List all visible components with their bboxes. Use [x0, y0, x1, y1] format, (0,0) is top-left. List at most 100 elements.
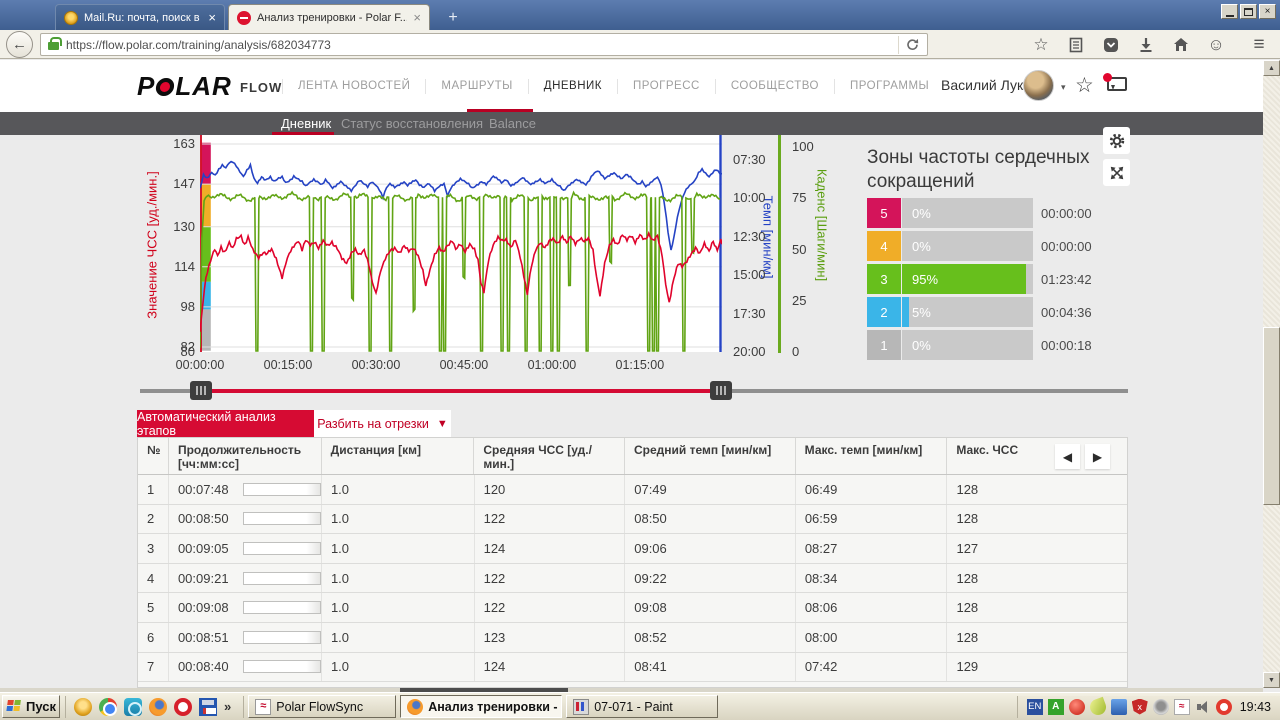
task-button[interactable]: 07-071 - Paint	[566, 695, 718, 718]
lap-cell: 129	[946, 653, 1127, 682]
avatar[interactable]	[1023, 70, 1054, 101]
browser-titlebar: Mail.Ru: почта, поиск в инт... × Анализ …	[0, 0, 1280, 30]
hr-zone-row: 10%00:00:18	[867, 330, 1133, 360]
close-button[interactable]: ×	[1259, 4, 1276, 19]
save-icon[interactable]	[199, 698, 217, 716]
laps-next-page-button[interactable]: ▶	[1085, 444, 1110, 469]
tab-split-segments[interactable]: Разбить на отрезки ▼	[314, 410, 451, 437]
start-button[interactable]: Пуск	[2, 695, 60, 718]
task-button[interactable]: ≈Polar FlowSync	[248, 695, 396, 718]
settings-button[interactable]	[1103, 127, 1130, 154]
lap-cell: 128	[946, 564, 1127, 593]
antivirus-a-icon[interactable]: A	[1048, 699, 1064, 715]
lap-cell: 09:06	[624, 534, 795, 563]
bookmark-star-icon[interactable]: ☆	[1032, 36, 1050, 54]
feedback-smiley-icon[interactable]: ☺	[1207, 36, 1225, 54]
lap-cell: 08:52	[624, 623, 795, 652]
lap-cell: 128	[946, 505, 1127, 534]
cadence-axis-tick: 75	[792, 190, 806, 205]
lap-column-header: Средняя ЧСС [уд./мин.]	[473, 438, 624, 474]
nav-item-link[interactable]: ЛЕНТА НОВОСТЕЙ	[282, 79, 425, 94]
red-shield-icon[interactable]: x	[1132, 699, 1148, 715]
cadence-axis-tick: 50	[792, 242, 806, 257]
reload-button[interactable]	[898, 36, 920, 54]
lap-cell: 124	[474, 534, 625, 563]
nav-item-link[interactable]: МАРШРУТЫ	[425, 79, 527, 94]
vertical-scrollbar-thumb[interactable]	[1263, 327, 1280, 505]
https-lock-icon	[48, 42, 59, 50]
leaf-icon[interactable]	[1087, 696, 1108, 717]
lap-cell: 00:09:08	[168, 593, 321, 622]
nav-item-link[interactable]: СООБЩЕСТВО	[715, 79, 834, 94]
duration-bar	[243, 512, 321, 525]
time-axis-tick: 00:00:00	[165, 358, 235, 372]
tab-auto-lap-analysis[interactable]: Автоматический анализ этапов	[137, 410, 314, 437]
tab-close-icon[interactable]: ×	[208, 11, 216, 24]
browser-tab-polar[interactable]: Анализ тренировки - Polar F... ×	[228, 4, 430, 30]
menu-icon[interactable]: ≡	[1250, 36, 1268, 54]
opera-icon[interactable]	[174, 698, 192, 716]
laps-prev-page-button[interactable]: ◀	[1055, 444, 1080, 469]
lap-row: 400:09:211.012209:2208:34128	[138, 564, 1127, 594]
pace-axis-tick: 17:30	[733, 306, 766, 321]
nav-item-link[interactable]: ПРОГРЕСС	[617, 79, 715, 94]
firefox-icon[interactable]	[149, 698, 167, 716]
chrome-icon[interactable]	[99, 698, 117, 716]
hr-zone-row: 395%01:23:42	[867, 264, 1133, 294]
lap-duration: 00:08:40	[178, 659, 229, 674]
flowsync-tray-icon[interactable]: ≈	[1174, 699, 1190, 715]
language-indicator[interactable]: EN	[1027, 699, 1043, 715]
opera-tray-icon[interactable]	[1216, 699, 1232, 715]
lap-row: 600:08:511.012308:5208:00128	[138, 623, 1127, 653]
polar-logo[interactable]: PLAR	[137, 71, 232, 102]
lap-cell: 1	[138, 475, 168, 504]
hr-axis-tick: 114	[155, 259, 195, 274]
library-icon[interactable]	[1067, 36, 1085, 54]
subnav-recovery-status[interactable]: Статус восстановления	[341, 116, 483, 131]
gold-app-icon[interactable]	[74, 698, 92, 716]
nav-item-active[interactable]: ДНЕВНИК	[528, 79, 617, 94]
windows-blue-icon[interactable]	[1111, 699, 1127, 715]
quick-launch-overflow[interactable]: »	[224, 699, 235, 714]
amigo-icon[interactable]	[124, 698, 142, 716]
new-tab-button[interactable]: +	[438, 6, 468, 30]
scroll-down-arrow[interactable]: ▼	[1263, 672, 1280, 688]
lap-cell: 7	[138, 653, 168, 682]
time-axis-tick: 00:30:00	[341, 358, 411, 372]
downloads-icon[interactable]	[1137, 36, 1155, 54]
pace-axis-tick: 20:00	[733, 344, 766, 359]
url-bar[interactable]: https://flow.polar.com/training/analysis…	[40, 33, 928, 56]
tab-close-icon[interactable]: ×	[413, 11, 421, 24]
slider-handle-right[interactable]	[710, 381, 732, 400]
scroll-up-arrow[interactable]: ▲	[1263, 60, 1280, 76]
hr-axis-title: Значение ЧСС [уд./мин.]	[145, 171, 160, 318]
task-button[interactable]: Анализ тренировки - ...	[400, 695, 562, 718]
training-curves-chart[interactable]	[200, 135, 722, 355]
chevron-down-icon[interactable]: ▾	[1061, 82, 1066, 93]
lap-cell: 128	[946, 475, 1127, 504]
favorite-star-icon[interactable]: ☆	[1075, 73, 1094, 98]
lap-row: 700:08:401.012408:4107:42129	[138, 653, 1127, 683]
slider-handle-left[interactable]	[190, 381, 212, 400]
notifications-icon[interactable]	[1107, 77, 1127, 91]
minimize-button[interactable]	[1221, 4, 1238, 19]
nav-item-link[interactable]: ПРОГРАММЫ	[834, 79, 944, 94]
subnav-diary[interactable]: Дневник	[281, 116, 331, 131]
cadence-axis-tick: 100	[792, 139, 814, 154]
back-button[interactable]: ←	[6, 31, 33, 58]
cadence-axis-tick: 0	[792, 344, 799, 359]
subnav-balance[interactable]: Balance	[489, 116, 536, 131]
lap-duration: 00:09:08	[178, 600, 229, 615]
zone-percent: 0%	[912, 206, 931, 221]
task-button-label: Polar FlowSync	[276, 700, 363, 714]
pocket-icon[interactable]	[1102, 36, 1120, 54]
browser-tab-mailru[interactable]: Mail.Ru: почта, поиск в инт... ×	[55, 4, 225, 30]
fullscreen-button[interactable]	[1103, 159, 1130, 186]
home-icon[interactable]	[1172, 36, 1190, 54]
lap-duration: 00:09:05	[178, 541, 229, 556]
camera-icon[interactable]	[1153, 699, 1169, 715]
red-ball-icon[interactable]	[1069, 699, 1085, 715]
speaker-icon[interactable]	[1195, 699, 1211, 715]
restore-button[interactable]	[1240, 4, 1257, 19]
vertical-scrollbar[interactable]: ▲ ▼	[1263, 60, 1280, 688]
